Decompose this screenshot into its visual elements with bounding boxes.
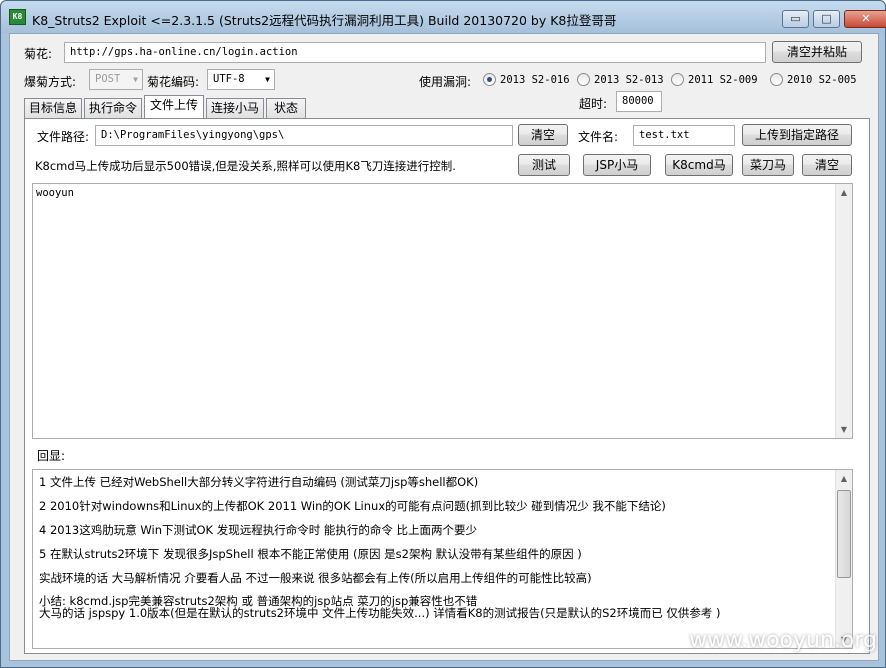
method-label: 爆菊方式:	[24, 75, 77, 89]
encoding-value: UTF-8	[213, 73, 245, 85]
close-button[interactable]: ✕	[844, 10, 886, 28]
vuln-option-label: 2011 S2-009	[688, 74, 758, 86]
vuln-option-label: 2013 S2-016	[500, 74, 570, 86]
echo-line: 实战环境的话 大马解析情况 介要看人品 不过一般来说 很多站都会有上传(所以启用…	[39, 571, 592, 585]
file-content-textarea[interactable]: wooyun ▲ ▼	[32, 183, 853, 439]
tab-exec-command[interactable]: 执行命令	[84, 98, 142, 118]
main-window: K8 K8_Struts2 Exploit <=2.3.1.5 (Struts2…	[0, 0, 886, 668]
vuln-radio-s2-009[interactable]	[671, 73, 684, 86]
scroll-down-icon[interactable]: ▼	[836, 421, 852, 438]
echo-output-textarea[interactable]: 1 文件上传 已经对WebShell大部分转义字符进行自动编码 (测试菜刀jsp…	[32, 469, 853, 649]
tab-connect-shell[interactable]: 连接小马	[206, 98, 264, 118]
chevron-down-icon: ▼	[265, 75, 270, 84]
watermark-text: www.wooyun.org	[689, 628, 877, 653]
vuln-option-label: 2010 S2-005	[787, 74, 857, 86]
url-input[interactable]: http://gps.ha-online.cn/login.action	[64, 42, 766, 63]
timeout-input[interactable]: 80000	[616, 91, 662, 112]
encoding-label: 菊花编码:	[147, 75, 200, 89]
maximize-button[interactable]: □	[813, 10, 840, 28]
echo-line: 1 文件上传 已经对WebShell大部分转义字符进行自动编码 (测试菜刀jsp…	[39, 475, 479, 489]
minimize-icon: ▭	[790, 12, 801, 25]
caidao-shell-button[interactable]: 菜刀马	[742, 154, 794, 176]
vuln-radio-s2-016[interactable]	[483, 73, 496, 86]
tab-status[interactable]: 状态	[266, 98, 306, 118]
url-label: 菊花:	[24, 47, 53, 61]
close-icon: ✕	[861, 12, 871, 25]
timeout-label: 超时:	[579, 97, 608, 111]
vuln-radio-s2-013[interactable]	[577, 73, 590, 86]
scroll-up-icon[interactable]: ▲	[836, 184, 852, 201]
chevron-down-icon: ▼	[133, 75, 138, 84]
clear-content-button[interactable]: 清空	[802, 154, 852, 176]
file-upload-panel: 文件路径: D:\ProgramFiles\yingyong\gps\ 清空 文…	[24, 118, 870, 654]
test-button[interactable]: 测试	[518, 154, 570, 176]
echo-line: 4 2013这鸡肋玩意 Win下测试OK 发现远程执行命令时 能执行的命令 比上…	[39, 523, 478, 537]
tab-target-info[interactable]: 目标信息	[24, 98, 82, 118]
file-path-input[interactable]: D:\ProgramFiles\yingyong\gps\	[95, 125, 513, 146]
client-area: 菊花: http://gps.ha-online.cn/login.action…	[9, 33, 879, 661]
scroll-up-icon[interactable]: ▲	[836, 470, 852, 487]
maximize-icon: □	[821, 12, 832, 25]
vuln-radio-s2-005[interactable]	[770, 73, 783, 86]
echo-label: 回显:	[37, 449, 66, 463]
vuln-option-label: 2013 S2-013	[594, 74, 664, 86]
file-name-label: 文件名:	[578, 130, 619, 144]
clear-paste-button[interactable]: 清空并粘贴	[772, 41, 862, 63]
app-icon: K8	[9, 9, 26, 25]
echo-scrollbar[interactable]: ▲ ▼	[835, 470, 852, 648]
scroll-thumb[interactable]	[837, 490, 851, 578]
echo-line: 2 2010针对windowns和Linux的上传都OK 2011 Win的OK…	[39, 499, 666, 513]
window-title: K8_Struts2 Exploit <=2.3.1.5 (Struts2远程代…	[32, 13, 617, 28]
file-content-text: wooyun	[36, 187, 74, 199]
method-value: POST	[95, 73, 121, 85]
upload-to-path-button[interactable]: 上传到指定路径	[742, 124, 852, 146]
content-scrollbar[interactable]: ▲ ▼	[835, 184, 852, 438]
k8cmd-shell-button[interactable]: K8cmd马	[665, 154, 733, 176]
method-select[interactable]: POST ▼	[89, 69, 143, 90]
vuln-label: 使用漏洞:	[419, 75, 472, 89]
file-name-input[interactable]: test.txt	[633, 125, 735, 146]
file-path-label: 文件路径:	[37, 130, 90, 144]
clear-path-button[interactable]: 清空	[518, 124, 568, 146]
echo-line: 5 在默认struts2环境下 发现很多JspShell 根本不能正常使用 (原…	[39, 547, 582, 561]
title-bar[interactable]: K8 K8_Struts2 Exploit <=2.3.1.5 (Struts2…	[1, 1, 886, 33]
encoding-select[interactable]: UTF-8 ▼	[207, 69, 275, 90]
tab-file-upload[interactable]: 文件上传	[144, 95, 204, 118]
echo-line: 大马的话 jspspy 1.0版本(但是在默认的struts2环境中 文件上传功…	[39, 606, 721, 620]
upload-note: K8cmd马上传成功后显示500错误,但是没关系,照样可以使用K8飞刀连接进行控…	[35, 159, 456, 173]
minimize-button[interactable]: ▭	[782, 10, 809, 28]
jsp-shell-button[interactable]: JSP小马	[583, 154, 651, 176]
